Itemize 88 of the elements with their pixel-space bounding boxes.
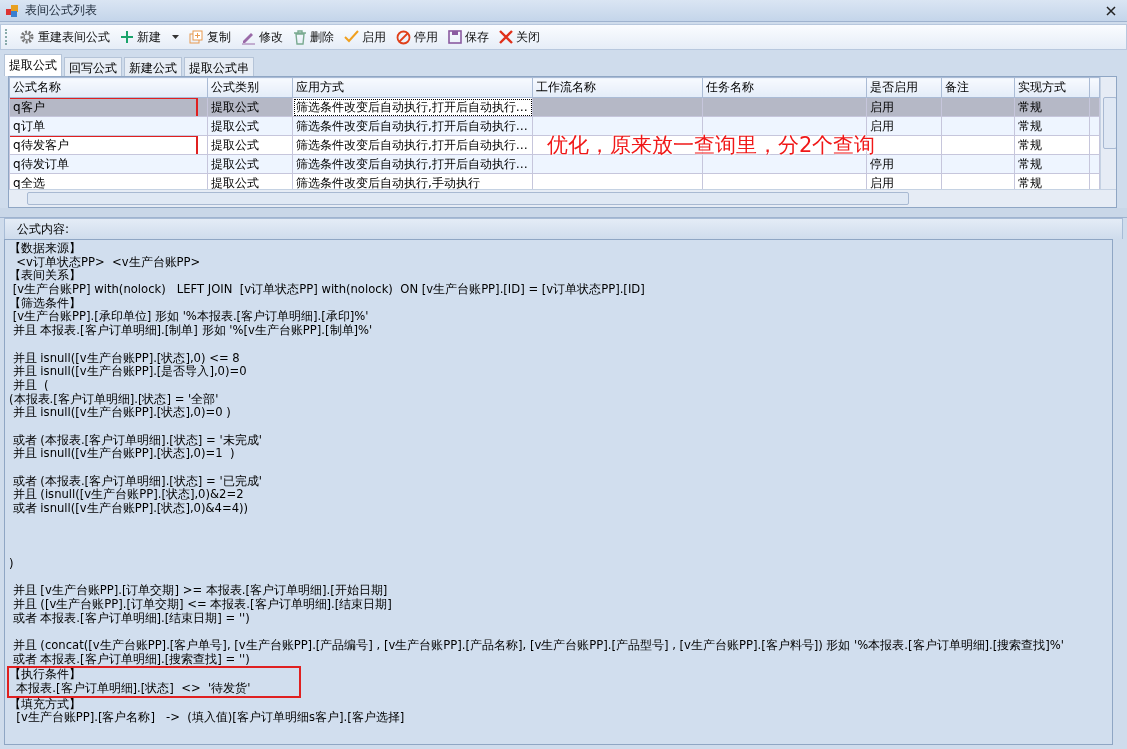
table-cell: 常规	[1018, 118, 1042, 133]
code-line: 并且 isnull([v生产台账PP].[是否导入],0)=0	[11, 364, 247, 379]
tab[interactable]: 提取公式	[4, 54, 62, 76]
plus-icon	[120, 30, 134, 44]
pencil-button[interactable]: 修改	[237, 26, 287, 48]
table-cell: 常规	[1018, 156, 1042, 171]
code-line: 并且 isnull([v生产台账PP].[状态],0) <= 8	[11, 350, 240, 365]
check-button[interactable]: 启用	[340, 26, 390, 48]
code-line: 并且 本报表.[客户订单明细].[制单] 形如 '%[v生产台账PP].[制单]%'	[11, 323, 373, 338]
table-cell: 常规	[1018, 137, 1042, 152]
table-cell: 筛选条件改变后自动执行,打开后自动执行…	[296, 118, 528, 133]
column-header[interactable]: 任务名称	[702, 77, 867, 98]
tab[interactable]: 回写公式	[64, 57, 122, 76]
code-line: 并且 isnull([v生产台账PP].[状态],0)=1 )	[11, 446, 235, 461]
table-cell: 提取公式	[211, 156, 259, 171]
code-line: 并且 isnull([v生产台账PP].[状态],0)=0 )	[11, 405, 231, 420]
column-header[interactable]: 实现方式	[1014, 77, 1090, 98]
code-line: 【填充方式】	[9, 696, 81, 711]
code-line: <v订单状态PP> <v生产台账PP>	[15, 254, 201, 269]
vertical-scrollbar[interactable]	[1100, 77, 1116, 189]
code-line: [v生产台账PP].[客户名称] -> (填入值)[客户订单明细s客户].[客户选择]	[15, 710, 405, 725]
code-line: (本报表.[客户订单明细].[状态] = '全部'	[9, 391, 219, 406]
table-cell: 筛选条件改变后自动执行,打开后自动执行…	[296, 99, 528, 114]
table-cell: 启用	[870, 175, 894, 189]
plus-button[interactable]: 新建	[116, 26, 183, 48]
formula-text-area[interactable]	[4, 239, 1113, 745]
code-line: 【执行条件】	[9, 667, 81, 682]
check-icon	[344, 30, 359, 44]
window-icon	[5, 3, 19, 18]
code-line: 【数据来源】	[9, 241, 81, 255]
column-header[interactable]: 应用方式	[292, 77, 533, 98]
close-icon	[499, 30, 513, 44]
table-cell: 筛选条件改变后自动执行,手动执行	[296, 175, 480, 189]
table-cell: q待发客户	[13, 137, 69, 152]
code-line: 【表间关系】	[9, 268, 81, 283]
table-cell: 启用	[870, 99, 894, 114]
column-header[interactable]: 公式名称	[9, 77, 208, 98]
table-cell: 筛选条件改变后自动执行,打开后自动执行…	[296, 137, 528, 152]
ban-button[interactable]: 停用	[392, 26, 442, 48]
table-cell: 提取公式	[211, 118, 259, 133]
code-line: 【筛选条件】	[9, 295, 81, 310]
code-line: 或者 本报表.[客户订单明细].[搜索查找] = '')	[11, 651, 250, 666]
code-line: [v生产台账PP] with(nolock) LEFT JOIN [v订单状态PP] with(nolock) ON [v生产台账PP].[ID] = [v订单状态PP].[ID]	[11, 282, 645, 297]
table-cell: q待发订单	[13, 156, 69, 171]
save-icon	[448, 30, 462, 44]
copy-icon	[189, 29, 204, 45]
column-header[interactable]: 备注	[941, 77, 1015, 98]
gear-icon	[19, 29, 35, 45]
ban-icon	[396, 29, 411, 45]
table-cell: 筛选条件改变后自动执行,打开后自动执行…	[296, 156, 528, 171]
formula-label: 公式内容:	[17, 220, 70, 238]
tab[interactable]: 新建公式	[124, 57, 182, 76]
column-header[interactable]: 公式类别	[207, 77, 293, 98]
code-line: 并且 (	[11, 377, 49, 392]
save-button[interactable]: 保存	[444, 26, 493, 48]
code-line: [v生产台账PP].[承印单位] 形如 '%本报表.[客户订单明细].[承印]%'	[11, 309, 369, 324]
table-cell: 常规	[1018, 175, 1042, 189]
column-header[interactable]	[1089, 77, 1100, 98]
window-title: 表间公式列表	[25, 2, 98, 19]
code-line: 并且 (isnull([v生产台账PP].[状态],0)&2=2	[11, 487, 244, 502]
column-header[interactable]: 工作流名称	[532, 77, 703, 98]
gear-button[interactable]: 重建表间公式	[15, 26, 114, 48]
code-line: )	[9, 555, 14, 570]
table-cell: 提取公式	[211, 99, 259, 114]
code-line: 并且 [v生产台账PP].[订单交期] >= 本报表.[客户订单明细].[开始日期]	[11, 583, 388, 598]
code-line: 并且 (concat([v生产台账PP].[客户单号], [v生产台账PP].[产品编号] , [v生产台账PP].[产品名称], [v生产台账PP].[产品型号] , [v生产台账PP].[客户料号]) 形如 '%本报表.[客户订单明细].[搜索查找]%'	[11, 637, 1064, 652]
table-cell: 启用	[870, 118, 894, 133]
code-line: 或者 (本报表.[客户订单明细].[状态] = '未完成'	[11, 432, 262, 447]
copy-button[interactable]: 复制	[185, 26, 235, 48]
table-cell: q订单	[13, 118, 45, 133]
code-line: 或者 本报表.[客户订单明细].[结束日期] = '')	[11, 610, 250, 625]
table-cell: q全选	[13, 175, 45, 189]
column-header[interactable]: 是否启用	[866, 77, 942, 98]
table-cell: 停用	[870, 156, 894, 171]
tab[interactable]: 提取公式串	[184, 57, 254, 76]
code-line: 本报表.[客户订单明细].[状态] <> '待发货'	[15, 681, 251, 695]
close-icon[interactable]	[1106, 5, 1116, 16]
trash-button[interactable]: 删除	[289, 26, 338, 48]
close-button[interactable]: 关闭	[495, 26, 544, 48]
trash-icon	[293, 29, 307, 45]
table-cell: 常规	[1018, 99, 1042, 114]
code-line: 或者 (本报表.[客户订单明细].[状态] = '已完成'	[11, 473, 262, 488]
table-cell: q客户	[13, 99, 45, 114]
table-cell: 提取公式	[211, 137, 259, 152]
code-line: 并且 ([v生产台账PP].[订单交期] <= 本报表.[客户订单明细].[结束日期]	[11, 596, 392, 611]
table-row[interactable]: q待发订单 提取公式 筛选条件改变后自动执行,打开后自动执行… 停用 常规	[9, 154, 1100, 174]
table-cell: 提取公式	[211, 175, 259, 189]
code-line: 或者 isnull([v生产台账PP].[状态],0)&4=4))	[11, 501, 249, 516]
